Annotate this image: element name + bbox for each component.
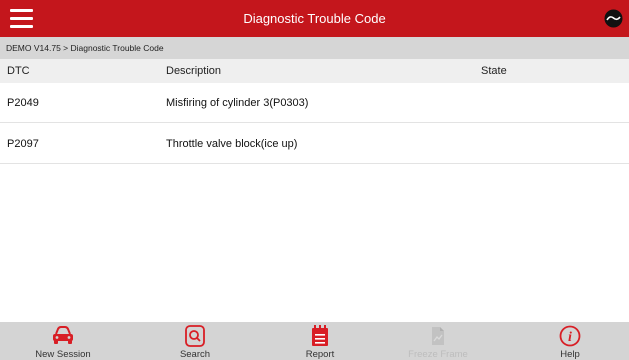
dtc-code: P2097 (7, 138, 39, 150)
breadcrumb: DEMO V14.75 > Diagnostic Trouble Code (0, 37, 629, 59)
help-label: Help (560, 349, 580, 360)
table-header: DTC Description State (0, 59, 629, 83)
report-icon (312, 325, 328, 346)
bottom-toolbar: New Session Search Report Freeze Frame i… (0, 322, 629, 360)
table-row[interactable]: P2049 Misfiring of cylinder 3(P0303) (0, 83, 629, 123)
page-title: Diagnostic Trouble Code (243, 11, 386, 26)
report-label: Report (305, 349, 335, 360)
dtc-description: Throttle valve block(ice up) (166, 138, 298, 150)
search-button[interactable]: Search (140, 322, 250, 360)
freeze-frame-label: Freeze Frame (408, 349, 468, 360)
vci-connection-icon[interactable] (604, 9, 623, 28)
help-icon: i (559, 325, 581, 347)
column-header-description: Description (166, 65, 222, 77)
help-button[interactable]: i Help (515, 322, 625, 360)
freeze-frame-button[interactable]: Freeze Frame (383, 322, 493, 360)
new-session-button[interactable]: New Session (8, 322, 118, 360)
dtc-description: Misfiring of cylinder 3(P0303) (166, 97, 309, 109)
search-label: Search (179, 349, 211, 360)
car-icon (53, 326, 73, 344)
table-row[interactable]: P2097 Throttle valve block(ice up) (0, 124, 629, 164)
top-bar: Diagnostic Trouble Code (0, 0, 629, 37)
search-icon (185, 325, 205, 347)
report-button[interactable]: Report (265, 322, 375, 360)
svg-text:i: i (568, 330, 572, 345)
column-header-state: State (481, 65, 507, 77)
new-session-label: New Session (35, 349, 91, 360)
freeze-frame-icon (432, 327, 444, 345)
dtc-code: P2049 (7, 97, 39, 109)
column-header-dtc: DTC (7, 65, 30, 77)
